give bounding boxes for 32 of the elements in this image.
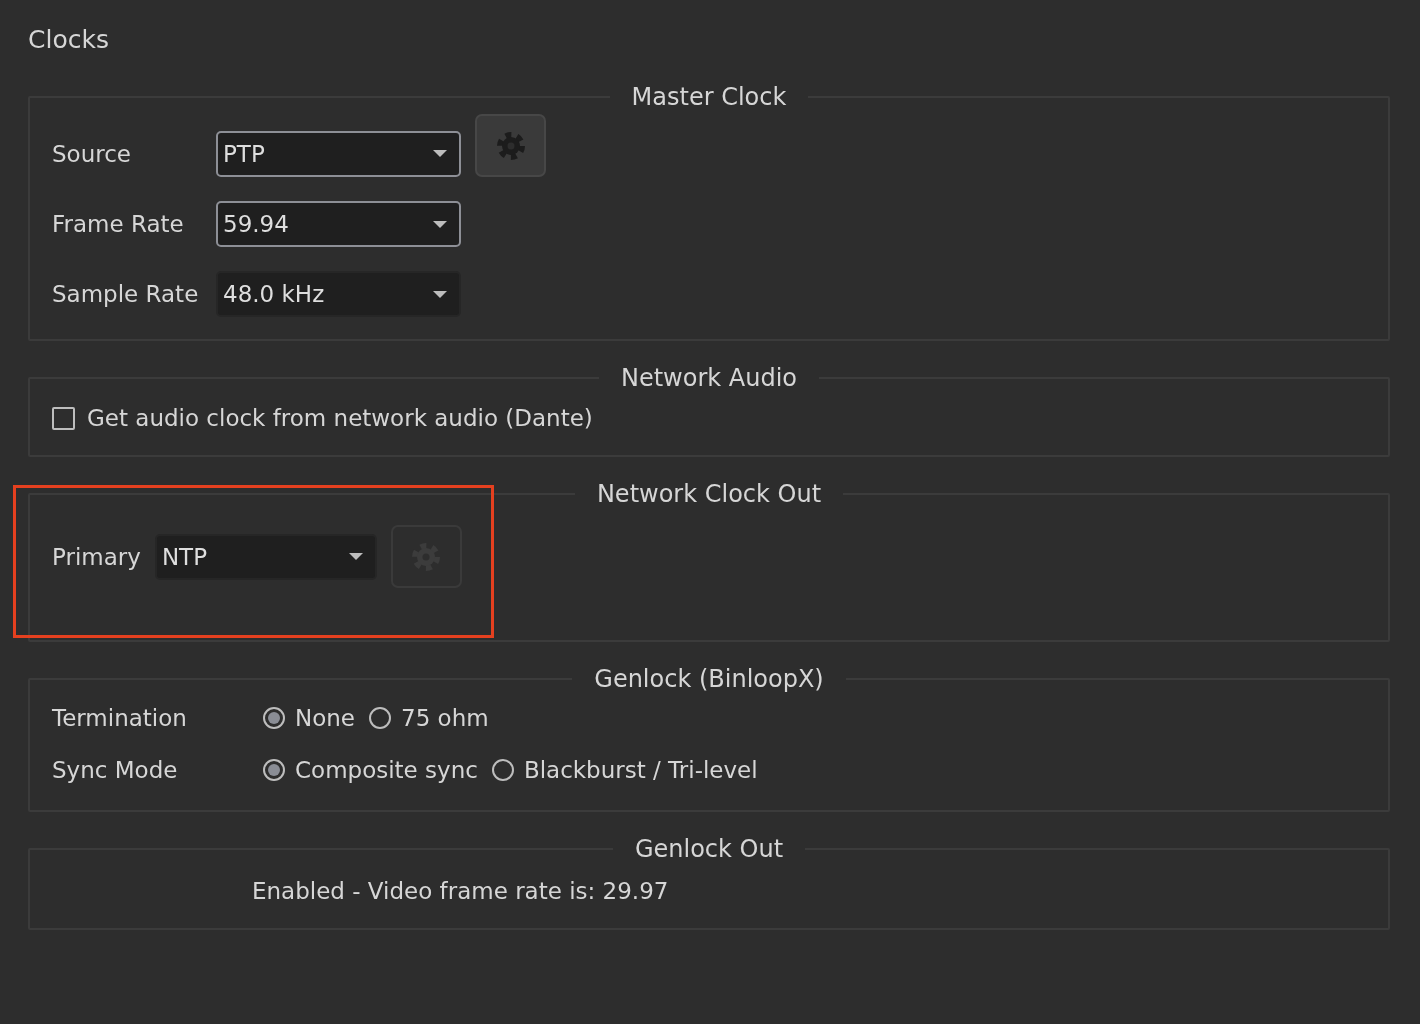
caret-icon xyxy=(348,553,363,560)
gear-icon xyxy=(494,129,527,162)
radio-label: 75 ohm xyxy=(401,705,489,731)
field-label: Sample Rate xyxy=(52,281,200,307)
page-title: Clocks xyxy=(28,24,110,56)
caret-icon xyxy=(433,220,447,228)
dropdown[interactable]: PTP xyxy=(216,130,461,177)
field-label: Sync Mode xyxy=(52,757,179,783)
radio-button[interactable] xyxy=(263,707,285,729)
checkbox-label: Get audio clock from network audio (Dante) xyxy=(87,405,593,431)
radio-label: Blackburst / Tri-level xyxy=(523,757,758,783)
field-label: Source xyxy=(52,140,132,167)
group-title: Master Clock xyxy=(630,82,788,112)
radio-button[interactable] xyxy=(491,759,514,781)
radio-label: None xyxy=(295,705,355,731)
group-title: Network Audio xyxy=(619,363,799,393)
field-label: Frame Rate xyxy=(52,211,185,237)
caret-icon xyxy=(433,150,447,157)
field-label: Primary xyxy=(52,543,141,570)
radio-button[interactable] xyxy=(369,707,391,729)
dropdown[interactable]: 48.0 kHz xyxy=(216,271,461,317)
status-text: Enabled - Video frame rate is: 29.97 xyxy=(251,878,670,904)
checkbox[interactable] xyxy=(52,406,75,430)
radio-label: Composite sync xyxy=(295,757,478,783)
dropdown[interactable]: NTP xyxy=(154,533,377,580)
group-title: Genlock Out xyxy=(633,834,785,864)
group-title: Network Clock Out xyxy=(595,479,823,509)
dropdown[interactable]: 59.94 xyxy=(216,201,461,247)
field-label: Termination xyxy=(52,705,188,731)
group-title: Genlock (BinloopX) xyxy=(593,664,825,694)
radio-button[interactable] xyxy=(263,759,285,781)
caret-icon xyxy=(433,290,447,298)
